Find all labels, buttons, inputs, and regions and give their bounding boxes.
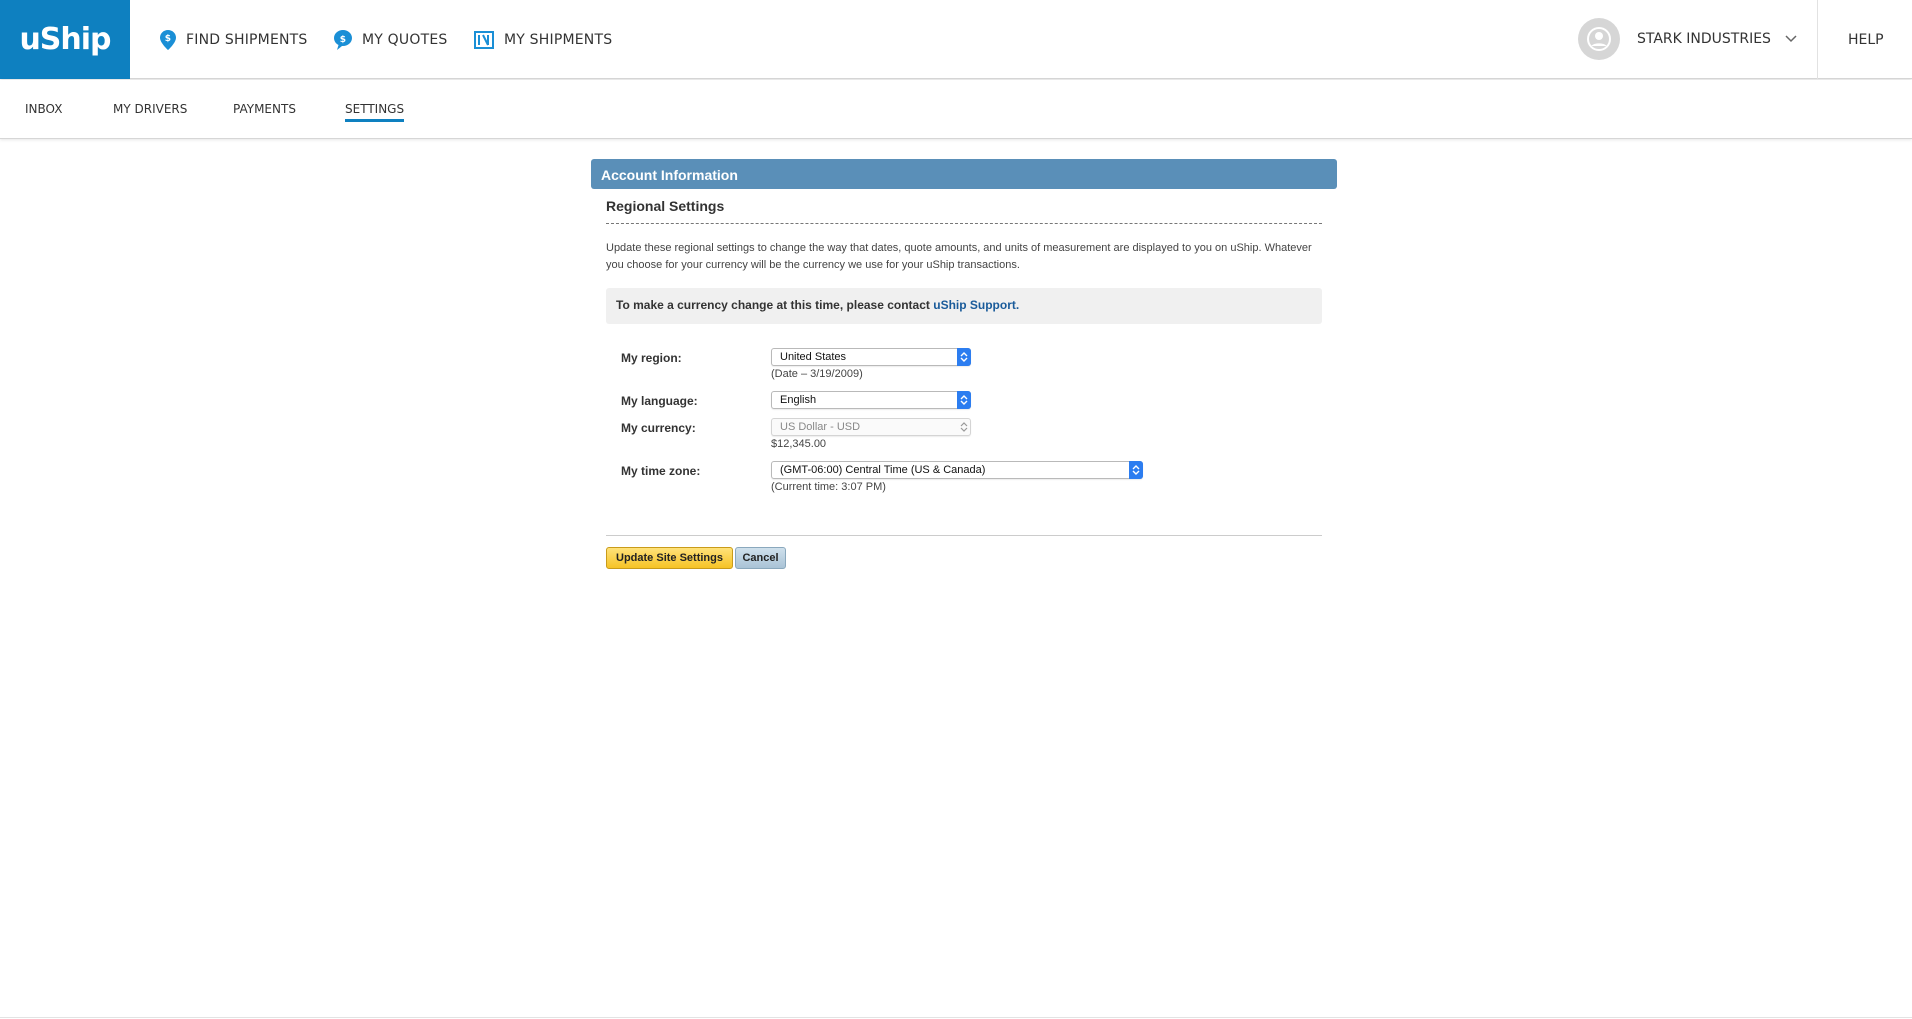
panel-header: Account Information <box>591 159 1337 189</box>
update-site-settings-button[interactable]: Update Site Settings <box>606 547 733 569</box>
region-date-hint: (Date – 3/19/2009) <box>771 368 863 380</box>
account-menu[interactable]: STARK INDUSTRIES <box>1578 18 1797 60</box>
top-header: uShip $ FIND SHIPMENTS $ MY QUOTES MY SH… <box>0 0 1912 79</box>
shipments-grid-icon <box>474 30 494 49</box>
notice-text: To make a currency change at this time, … <box>616 298 934 312</box>
section-description: Update these regional settings to change… <box>606 242 1312 271</box>
nav-find-shipments-label: FIND SHIPMENTS <box>186 31 308 48</box>
header-divider <box>1817 0 1818 79</box>
form-divider <box>606 535 1322 536</box>
page-bottom-border <box>0 1017 1912 1018</box>
select-arrows-icon <box>957 348 971 366</box>
currency-label: My currency: <box>621 421 696 435</box>
avatar <box>1578 18 1620 60</box>
account-name: STARK INDUSTRIES <box>1637 31 1771 47</box>
svg-text:$: $ <box>165 34 171 44</box>
quote-bubble-icon: $ <box>334 29 352 50</box>
language-label: My language: <box>621 394 698 408</box>
timezone-select-value: (GMT-06:00) Central Time (US & Canada) <box>780 464 986 476</box>
nav-find-shipments[interactable]: $ FIND SHIPMENTS <box>160 0 308 79</box>
currency-select: US Dollar - USD <box>771 418 971 436</box>
nav-my-shipments[interactable]: MY SHIPMENTS <box>474 0 612 79</box>
svg-text:$: $ <box>340 35 346 45</box>
nav-my-quotes[interactable]: $ MY QUOTES <box>334 0 447 79</box>
select-arrows-icon <box>957 391 971 409</box>
tab-inbox[interactable]: INBOX <box>25 102 62 116</box>
currency-select-value: US Dollar - USD <box>780 421 861 433</box>
cancel-button[interactable]: Cancel <box>735 547 786 569</box>
tab-my-drivers[interactable]: MY DRIVERS <box>113 102 187 116</box>
tab-settings[interactable]: SETTINGS <box>345 102 405 122</box>
region-label: My region: <box>621 351 682 365</box>
section-title: Regional Settings <box>606 198 725 214</box>
nav-my-quotes-label: MY QUOTES <box>362 31 448 48</box>
select-arrows-icon <box>1129 461 1143 479</box>
sub-navigation: INBOX MY DRIVERS PAYMENTS SETTINGS <box>0 80 1912 139</box>
uship-logo[interactable]: uShip <box>0 0 130 79</box>
chevron-down-icon <box>1785 35 1797 43</box>
help-link[interactable]: HELP <box>1848 0 1884 79</box>
region-select-value: United States <box>780 351 847 363</box>
language-select[interactable]: English <box>771 391 971 409</box>
currency-amount-example: $12,345.00 <box>771 438 827 450</box>
language-select-value: English <box>780 394 817 406</box>
dashed-divider <box>606 223 1322 224</box>
currency-notice: To make a currency change at this time, … <box>606 288 1322 324</box>
map-pin-dollar-icon: $ <box>160 29 176 50</box>
timezone-select[interactable]: (GMT-06:00) Central Time (US & Canada) <box>771 461 1143 479</box>
timezone-label: My time zone: <box>621 464 701 478</box>
select-arrows-icon <box>957 418 971 436</box>
tab-payments[interactable]: PAYMENTS <box>233 102 296 116</box>
nav-my-shipments-label: MY SHIPMENTS <box>504 31 613 48</box>
uship-support-link[interactable]: uShip Support. <box>933 298 1019 312</box>
current-time-hint: (Current time: 3:07 PM) <box>771 481 886 493</box>
logo-text: uShip <box>19 22 111 57</box>
region-select[interactable]: United States <box>771 348 971 366</box>
